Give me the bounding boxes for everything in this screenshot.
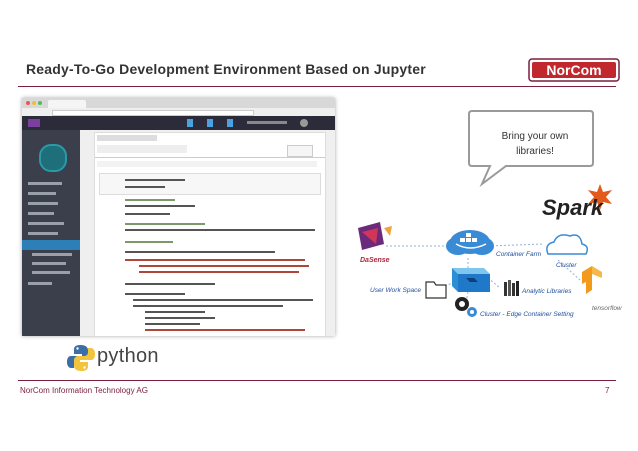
books-icon [504, 280, 519, 296]
label-tensorflow: tensorflow [592, 305, 622, 312]
python-icon [67, 345, 95, 371]
notebook-page [94, 132, 326, 336]
spark-logo: Spark [542, 184, 612, 220]
cluster-cloud-icon [546, 234, 589, 255]
footer-rule [18, 380, 616, 381]
jupyter-screenshot [22, 98, 335, 336]
label-user-work-space: User Work Space [370, 287, 421, 294]
label-cluster-edge: Cluster - Edge Container Setting [480, 311, 574, 318]
connector-line [487, 243, 545, 247]
python-logo-text: python [97, 345, 159, 367]
label-dasense: DaSense [360, 257, 390, 264]
app-sidebar [22, 130, 80, 336]
page-number: 7 [605, 386, 610, 395]
gears-icon [455, 297, 477, 317]
folder-icon [425, 281, 447, 299]
callout-text: Bring your own libraries! [501, 131, 569, 157]
label-analytic-libraries: Analytic Libraries [522, 288, 572, 295]
docker-cloud-icon [446, 230, 494, 255]
spark-logo-text: Spark [542, 195, 605, 220]
header-rule [18, 86, 616, 87]
app-topbar [22, 116, 335, 130]
container-box-icon [452, 268, 490, 292]
label-cluster: Cluster [556, 262, 577, 269]
label-container-farm: Container Farm [496, 251, 542, 258]
slide-title: Ready-To-Go Development Environment Base… [26, 61, 426, 77]
norcom-logo: NorCom [528, 58, 620, 82]
svg-text:NorCom: NorCom [546, 62, 601, 78]
tensorflow-icon [582, 266, 602, 294]
footer-company: NorCom Information Technology AG [20, 386, 148, 395]
browser-tabbar [22, 98, 335, 108]
